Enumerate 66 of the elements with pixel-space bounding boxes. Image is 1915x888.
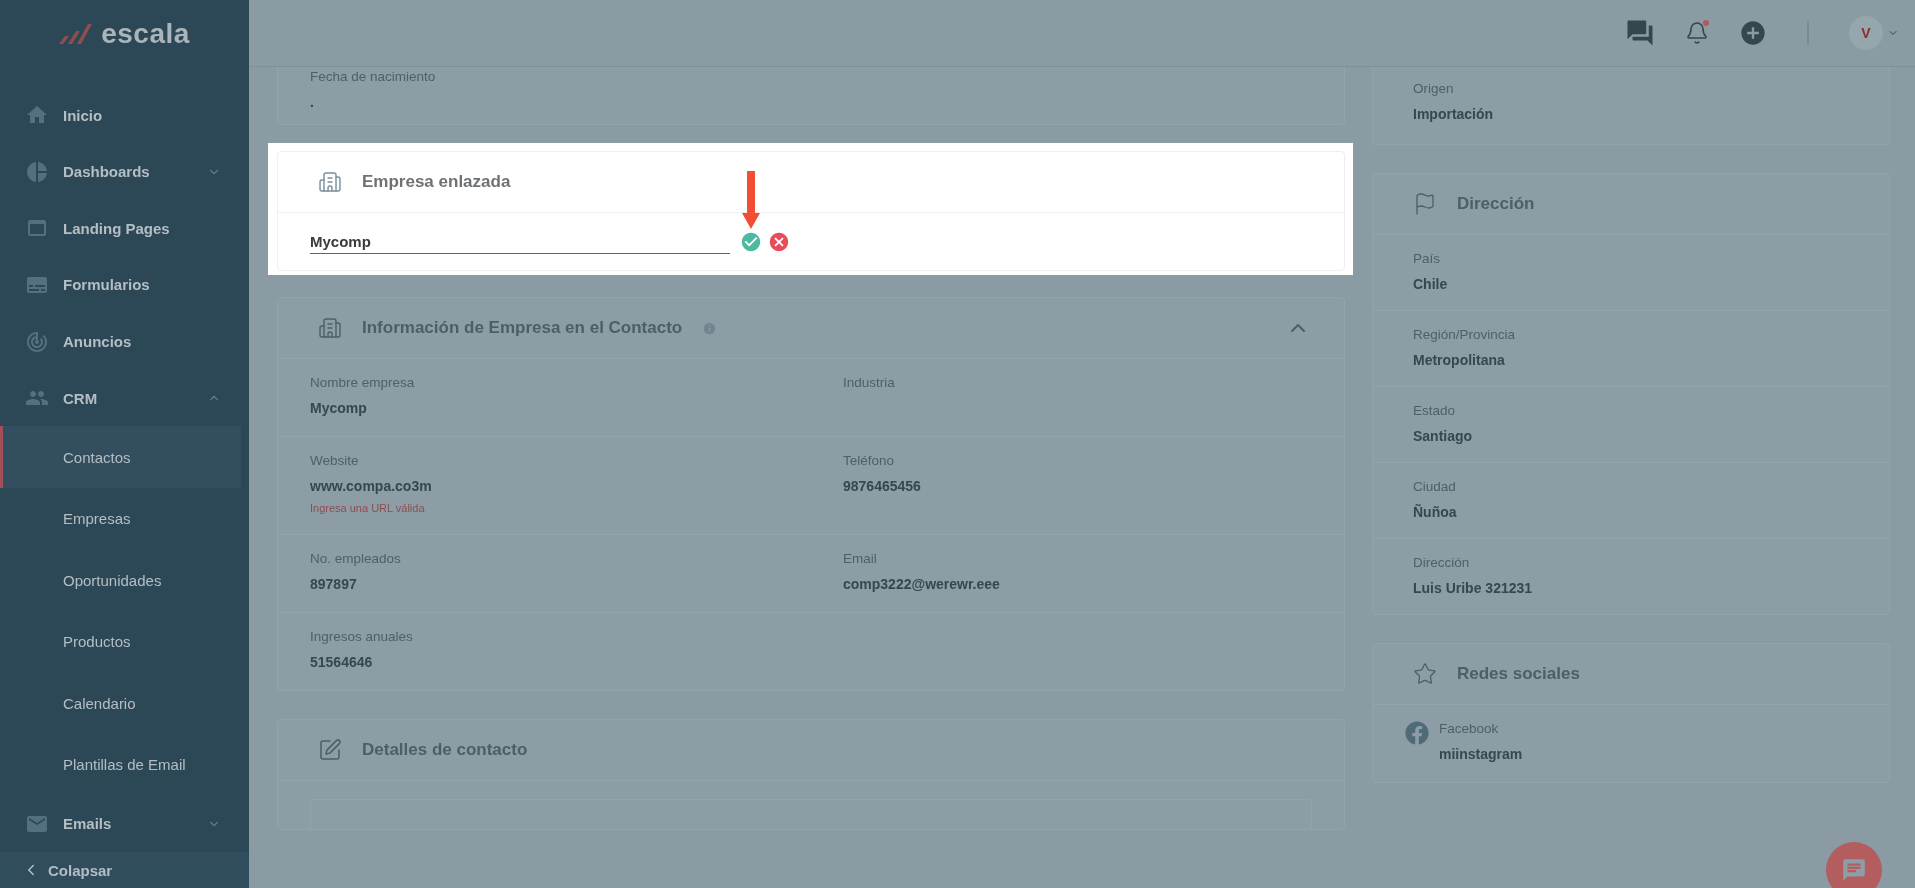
company-input[interactable]: Mycomp xyxy=(310,229,730,254)
field-label: Facebook xyxy=(1439,721,1500,736)
field-label: Estado xyxy=(1413,403,1457,418)
field-label: Email xyxy=(843,551,878,566)
field-value: 9876465456 xyxy=(843,478,922,494)
sidebar-item[interactable]: Inicio xyxy=(0,87,249,144)
sidebar-item[interactable]: Empresas xyxy=(0,487,241,550)
field-value: Ñuñoa xyxy=(1413,504,1458,520)
field-label: Ingresos anuales xyxy=(310,629,414,644)
field-value: www.compa.co3m xyxy=(310,478,433,494)
field-label: País xyxy=(1413,251,1441,266)
field-label: Ciudad xyxy=(1413,479,1457,494)
field-label: Website xyxy=(310,453,360,468)
sidebar-item[interactable]: Anuncios xyxy=(0,313,249,370)
field-value: Importación xyxy=(1413,106,1495,122)
field-value: Luis Uribe 321231 xyxy=(1413,580,1534,596)
sidebar-item[interactable]: Contactos xyxy=(0,426,241,488)
sidebar-item[interactable]: Dashboards xyxy=(0,143,249,201)
card-title: Redes sociales xyxy=(1457,664,1580,684)
sidebar-item[interactable]: Emails xyxy=(0,795,249,852)
field-value: Santiago xyxy=(1413,428,1474,444)
card-title: Detalles de contacto xyxy=(362,740,528,760)
flag-icon xyxy=(1413,192,1437,216)
card-title: Dirección xyxy=(1457,194,1535,214)
field-value: Metropolitana xyxy=(1413,352,1506,368)
sidebar-item[interactable]: Formularios xyxy=(0,256,249,314)
sidebar-item[interactable]: Landing Pages xyxy=(0,200,249,257)
star-icon xyxy=(1413,662,1437,686)
card-title: Información de Empresa en el Contacto xyxy=(362,318,683,338)
logo-text: escala xyxy=(101,17,190,50)
card-title: Empresa enlazada xyxy=(362,172,511,192)
field-label: Industria xyxy=(843,375,896,390)
field-label: Teléfono xyxy=(843,453,896,468)
field-label: Origen xyxy=(1413,81,1455,96)
info-icon xyxy=(702,320,718,336)
pie-chart-icon xyxy=(25,159,49,184)
building-icon xyxy=(318,316,342,340)
sidebar-item[interactable]: Productos xyxy=(0,610,241,673)
collapse-button[interactable]: Colapsar xyxy=(0,852,249,888)
field-value: 897897 xyxy=(310,576,358,592)
add-icon[interactable] xyxy=(1739,19,1767,47)
error-message: Ingresa una URL válida xyxy=(310,502,426,514)
field-value: miinstagram xyxy=(1439,746,1524,762)
cancel-button[interactable] xyxy=(768,230,790,253)
notification-bell[interactable] xyxy=(1685,21,1709,45)
field-value: 51564646 xyxy=(310,654,374,670)
field-label: Región/Provincia xyxy=(1413,327,1517,342)
building-icon xyxy=(318,170,342,194)
target-icon xyxy=(25,329,49,354)
field-label: No. empleados xyxy=(310,551,402,566)
field-value: comp3222@werewr.eee xyxy=(843,576,1001,592)
field-label: Fecha de nacimiento xyxy=(310,69,437,84)
chat-bubbles-icon[interactable] xyxy=(1625,18,1655,48)
sidebar-item[interactable]: Calendario xyxy=(0,672,241,734)
edit-icon xyxy=(318,738,342,762)
field-value: Mycomp xyxy=(310,400,368,416)
sidebar-item[interactable]: Oportunidades xyxy=(0,549,241,611)
chat-icon xyxy=(1841,857,1867,883)
avatar[interactable]: V xyxy=(1849,16,1883,50)
sidebar-item[interactable]: Plantillas de Email xyxy=(0,733,241,796)
field-label: Dirección xyxy=(1413,555,1471,570)
facebook-icon xyxy=(1405,721,1429,745)
field-value: . xyxy=(310,94,315,110)
field-value: Chile xyxy=(1413,276,1449,292)
sidebar-item[interactable]: CRM xyxy=(0,369,249,427)
field-label: Nombre empresa xyxy=(310,375,416,390)
